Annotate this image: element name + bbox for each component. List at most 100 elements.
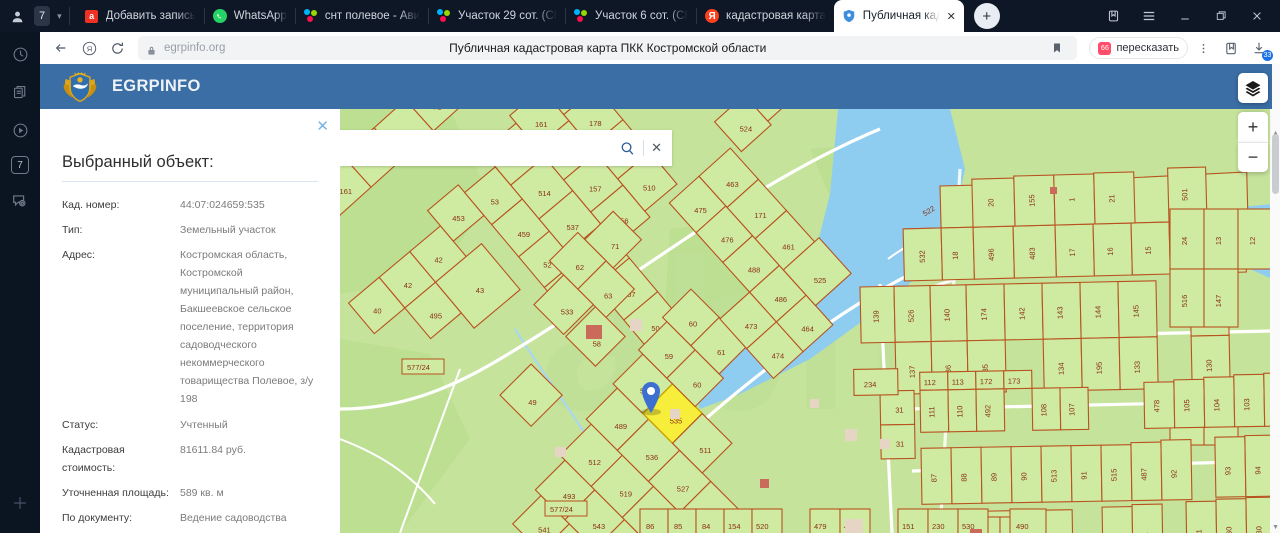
- close-button[interactable]: [1240, 0, 1274, 32]
- svg-text:543: 543: [593, 522, 606, 531]
- cadastral-map[interactable]: .pl { font-family:"Liberation Sans", san…: [340, 109, 1272, 533]
- svg-text:40: 40: [373, 307, 381, 316]
- close-icon[interactable]: ✕: [947, 10, 956, 23]
- svg-text:155: 155: [1027, 194, 1036, 207]
- new-tab-button[interactable]: +: [973, 3, 1000, 29]
- svg-text:533: 533: [561, 308, 574, 317]
- svg-text:61: 61: [717, 348, 725, 357]
- chevron-down-icon[interactable]: ▾: [57, 11, 62, 22]
- maximize-button[interactable]: [1204, 0, 1238, 32]
- map-pin-icon: [641, 382, 661, 416]
- browser-toolbar: Я egrpinfo.org Публичная кадастровая кар…: [40, 32, 1280, 64]
- map-controls: + −: [1238, 73, 1268, 172]
- svg-text:13: 13: [1214, 237, 1223, 245]
- yandex-button[interactable]: Я: [76, 35, 102, 61]
- svg-text:107: 107: [1067, 403, 1076, 416]
- field-value: Учтенный: [180, 418, 228, 431]
- svg-text:512: 512: [588, 458, 601, 467]
- layers-button[interactable]: [1238, 73, 1268, 103]
- svg-text:526: 526: [906, 310, 915, 323]
- tab-uchastok-6[interactable]: Участок 6 сот. (СН: [566, 3, 696, 29]
- svg-text:49: 49: [528, 398, 536, 407]
- svg-text:110: 110: [955, 406, 964, 418]
- svg-text:234: 234: [864, 380, 877, 389]
- svg-text:31: 31: [896, 440, 904, 449]
- svg-text:92: 92: [1169, 470, 1178, 478]
- collections-icon[interactable]: [1218, 35, 1244, 61]
- svg-text:113: 113: [952, 378, 964, 387]
- profile-icon[interactable]: [6, 5, 28, 27]
- site-brand: EGRPINFO: [112, 77, 201, 95]
- panel-close-icon[interactable]: ✕: [316, 119, 329, 134]
- page-scrollbar[interactable]: ▲ ▼: [1270, 64, 1280, 533]
- play-icon[interactable]: [8, 118, 32, 142]
- zoom-in-button[interactable]: +: [1238, 112, 1268, 142]
- search-input[interactable]: [350, 141, 619, 155]
- tab-count-pill[interactable]: 7: [34, 6, 51, 26]
- svg-text:510: 510: [643, 183, 656, 192]
- tab-snt-polevoe[interactable]: снт полевое - Ави: [296, 3, 428, 29]
- whatsapp-icon: [212, 9, 227, 23]
- tab-publichnaya-kadastrovaya-active[interactable]: Публичная када ✕: [833, 0, 964, 32]
- more-menu-icon[interactable]: [1190, 35, 1216, 61]
- minimize-button[interactable]: [1168, 0, 1202, 32]
- history-icon[interactable]: [8, 42, 32, 66]
- divider: [62, 181, 318, 182]
- panel-title: Выбранный объект:: [62, 153, 214, 171]
- retell-button[interactable]: 66 пересказать: [1089, 37, 1188, 59]
- back-button[interactable]: [48, 35, 74, 61]
- lock-icon: [146, 43, 157, 55]
- svg-text:230: 230: [932, 522, 945, 531]
- collections-icon[interactable]: [1096, 0, 1130, 32]
- svg-text:195: 195: [1095, 362, 1104, 375]
- screenshot-icon[interactable]: [8, 188, 32, 212]
- search-icon[interactable]: [618, 139, 636, 157]
- field-value: 589 кв. м: [180, 486, 224, 499]
- tab-dobavit-zapis[interactable]: a Добавить запись: [77, 3, 204, 29]
- tab-uchastok-29[interactable]: Участок 29 сот. (СН: [429, 3, 565, 29]
- svg-text:108: 108: [1039, 404, 1048, 417]
- field-label: По документу:: [62, 511, 133, 524]
- svg-text:31: 31: [895, 406, 903, 415]
- svg-text:72: 72: [433, 109, 441, 112]
- retell-label: пересказать: [1116, 42, 1179, 54]
- svg-text:459: 459: [518, 230, 531, 239]
- svg-text:173: 173: [1008, 377, 1021, 386]
- zoom-out-button[interactable]: −: [1238, 142, 1268, 172]
- documents-icon[interactable]: [8, 80, 32, 104]
- svg-text:42: 42: [434, 255, 442, 264]
- downloads-icon[interactable]: 33: [1246, 35, 1273, 61]
- browser-menu-icon[interactable]: [1132, 0, 1166, 32]
- scroll-down-arrow[interactable]: ▼: [1272, 524, 1279, 531]
- close-icon[interactable]: ✕: [651, 140, 662, 156]
- tab-count-icon[interactable]: 7: [11, 156, 29, 174]
- reload-button[interactable]: [104, 35, 130, 61]
- svg-text:530: 530: [1254, 526, 1263, 533]
- field-status: Статус: Учтенный: [62, 416, 318, 434]
- object-fields: Кад. номер: 44:07:024659:535 Тип: Земель…: [62, 196, 318, 527]
- svg-text:103: 103: [1242, 398, 1251, 411]
- svg-text:111: 111: [927, 406, 936, 418]
- tab-kadastrovaya-karta[interactable]: Я кадастровая карта: [697, 3, 834, 29]
- svg-text:151: 151: [1194, 529, 1203, 533]
- browser-sidebar: 7: [0, 32, 40, 533]
- avito-icon: [574, 9, 588, 23]
- plus-icon[interactable]: [8, 491, 32, 515]
- tab-whatsapp[interactable]: WhatsApp: [205, 3, 295, 29]
- bookmark-icon[interactable]: [1045, 36, 1069, 60]
- svg-text:520: 520: [756, 522, 769, 531]
- svg-text:489: 489: [615, 422, 628, 431]
- svg-text:94: 94: [1253, 466, 1262, 474]
- svg-text:536: 536: [646, 453, 659, 462]
- map-canvas[interactable]: .pl { font-family:"Liberation Sans", san…: [340, 109, 1272, 533]
- svg-text:89: 89: [989, 473, 998, 481]
- address-bar[interactable]: egrpinfo.org Публичная кадастровая карта…: [138, 36, 1078, 60]
- field-label: Кадастровая стоимость:: [62, 443, 125, 474]
- svg-text:461: 461: [782, 242, 795, 251]
- scrollbar-thumb[interactable]: [1272, 134, 1279, 194]
- svg-text:493: 493: [563, 492, 576, 501]
- svg-text:142: 142: [1017, 307, 1026, 320]
- svg-text:492: 492: [983, 405, 992, 418]
- field-label: Адрес:: [62, 249, 95, 262]
- map-search-bar[interactable]: ✕: [340, 130, 672, 166]
